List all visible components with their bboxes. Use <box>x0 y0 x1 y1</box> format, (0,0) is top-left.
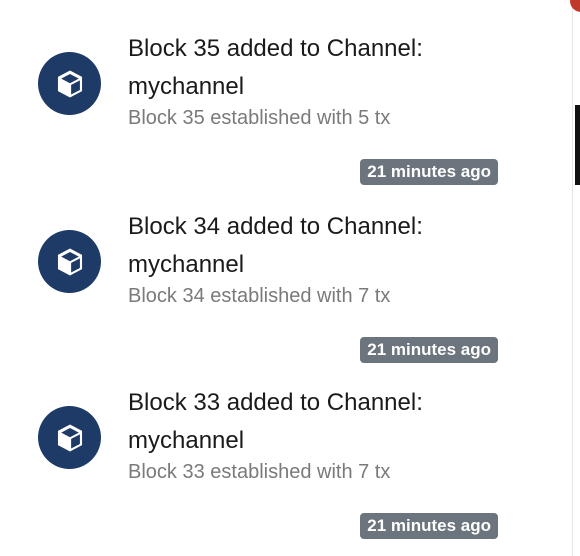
notification-item[interactable]: Block 34 added to Channel: mychannel Blo… <box>0 178 572 363</box>
notification-title: Block 35 added to Channel: mychannel <box>128 35 423 100</box>
notification-title: Block 33 added to Channel: mychannel <box>128 389 423 454</box>
block-avatar <box>38 406 101 469</box>
block-avatar <box>38 52 101 115</box>
notification-description: Block 34 established with 7 tx <box>128 285 391 307</box>
background-edge <box>573 0 580 556</box>
cube-icon <box>57 424 82 451</box>
notification-description: Block 35 established with 5 tx <box>128 107 391 129</box>
cube-icon <box>57 248 82 275</box>
notification-panel: Block 35 added to Channel: mychannel Blo… <box>0 0 572 556</box>
background-bar <box>575 105 580 185</box>
notification-item[interactable]: Block 35 added to Channel: mychannel Blo… <box>0 0 572 185</box>
cube-icon <box>57 70 82 97</box>
time-badge: 21 minutes ago <box>360 513 498 539</box>
notification-title: Block 34 added to Channel: mychannel <box>128 213 423 278</box>
notification-description: Block 33 established with 7 tx <box>128 461 391 483</box>
block-avatar <box>38 230 101 293</box>
notification-item[interactable]: Block 33 added to Channel: mychannel Blo… <box>0 354 572 539</box>
